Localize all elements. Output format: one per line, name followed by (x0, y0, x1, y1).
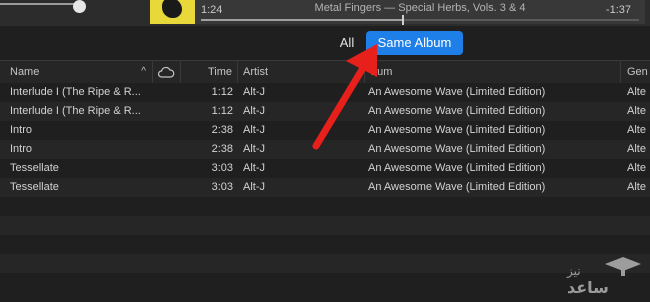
sort-ascending-icon: ^ (141, 66, 146, 77)
track-name: Interlude I (The Ripe & R... (10, 105, 141, 117)
track-album: An Awesome Wave (Limited Edition) (368, 181, 546, 193)
track-time: 1:12 (211, 105, 233, 117)
player-bar: 1:24 Metal Fingers — Special Herbs, Vols… (0, 0, 650, 26)
track-album: An Awesome Wave (Limited Edition) (368, 105, 546, 117)
empty-row (0, 254, 650, 273)
track-time: 3:03 (211, 162, 233, 174)
track-genre: Alte (627, 86, 646, 98)
playhead[interactable] (402, 15, 405, 25)
track-genre: Alte (627, 143, 646, 155)
remaining-time: -1:37 (605, 4, 631, 16)
all-button[interactable]: All (336, 33, 358, 53)
column-name-label: Name (10, 66, 40, 78)
empty-row (0, 273, 650, 292)
track-artist: Alt-J (243, 181, 265, 193)
column-header-name[interactable]: Name ^ (0, 61, 153, 83)
table-row[interactable]: Intro 2:38 Alt-J An Awesome Wave (Limite… (0, 140, 650, 159)
filter-bar: All Same Album (0, 26, 650, 62)
track-artist: Alt-J (243, 162, 265, 174)
track-album: An Awesome Wave (Limited Edition) (368, 124, 546, 136)
now-playing-title: Metal Fingers — Special Herbs, Vols. 3 &… (314, 2, 526, 14)
cloud-icon (158, 66, 175, 78)
now-playing-display: 1:24 Metal Fingers — Special Herbs, Vols… (195, 0, 645, 25)
track-list: Interlude I (The Ripe & R... 1:12 Alt-J … (0, 83, 650, 300)
track-name: Tessellate (10, 181, 59, 193)
table-row[interactable]: Tessellate 3:03 Alt-J An Awesome Wave (L… (0, 178, 650, 197)
empty-row (0, 216, 650, 235)
track-time: 2:38 (211, 124, 233, 136)
empty-row (0, 235, 650, 254)
watermark-logo: نیز ساعد (565, 253, 645, 297)
track-time: 2:38 (211, 143, 233, 155)
track-album: An Awesome Wave (Limited Edition) (368, 162, 546, 174)
track-name: Intro (10, 124, 33, 136)
track-time: 3:03 (211, 181, 233, 193)
track-artist: Alt-J (243, 105, 265, 117)
column-header-album[interactable]: bum (365, 61, 621, 83)
track-artist: Alt-J (243, 86, 265, 98)
track-artist: Alt-J (243, 143, 265, 155)
track-artist: Alt-J (243, 124, 265, 136)
track-name: Intro (10, 143, 33, 155)
track-genre: Alte (627, 105, 646, 117)
table-header: Name ^ Time Artist bum Gen (0, 60, 650, 84)
svg-text:نیز: نیز (566, 264, 581, 279)
track-genre: Alte (627, 124, 646, 136)
track-time: 1:12 (211, 86, 233, 98)
progress-fill (201, 19, 403, 21)
track-name: Tessellate (10, 162, 59, 174)
table-row[interactable]: Tessellate 3:03 Alt-J An Awesome Wave (L… (0, 159, 650, 178)
track-name: Interlude I (The Ripe & R... (10, 86, 141, 98)
column-header-cloud[interactable] (153, 61, 181, 83)
column-header-artist[interactable]: Artist (238, 61, 365, 83)
svg-text:ساعد: ساعد (567, 278, 609, 297)
table-row[interactable]: Intro 2:38 Alt-J An Awesome Wave (Limite… (0, 121, 650, 140)
column-header-genre[interactable]: Gen (621, 61, 650, 83)
playback-progress[interactable] (201, 15, 639, 25)
same-album-button[interactable]: Same Album (366, 31, 463, 55)
empty-row (0, 197, 650, 216)
volume-knob[interactable] (73, 0, 86, 13)
track-album: An Awesome Wave (Limited Edition) (368, 86, 546, 98)
table-row[interactable]: Interlude I (The Ripe & R... 1:12 Alt-J … (0, 102, 650, 121)
volume-slider[interactable] (0, 0, 86, 13)
track-genre: Alte (627, 181, 646, 193)
track-album: An Awesome Wave (Limited Edition) (368, 143, 546, 155)
album-artwork[interactable] (150, 0, 195, 24)
table-row[interactable]: Interlude I (The Ripe & R... 1:12 Alt-J … (0, 83, 650, 102)
column-header-time[interactable]: Time (181, 61, 238, 83)
track-genre: Alte (627, 162, 646, 174)
